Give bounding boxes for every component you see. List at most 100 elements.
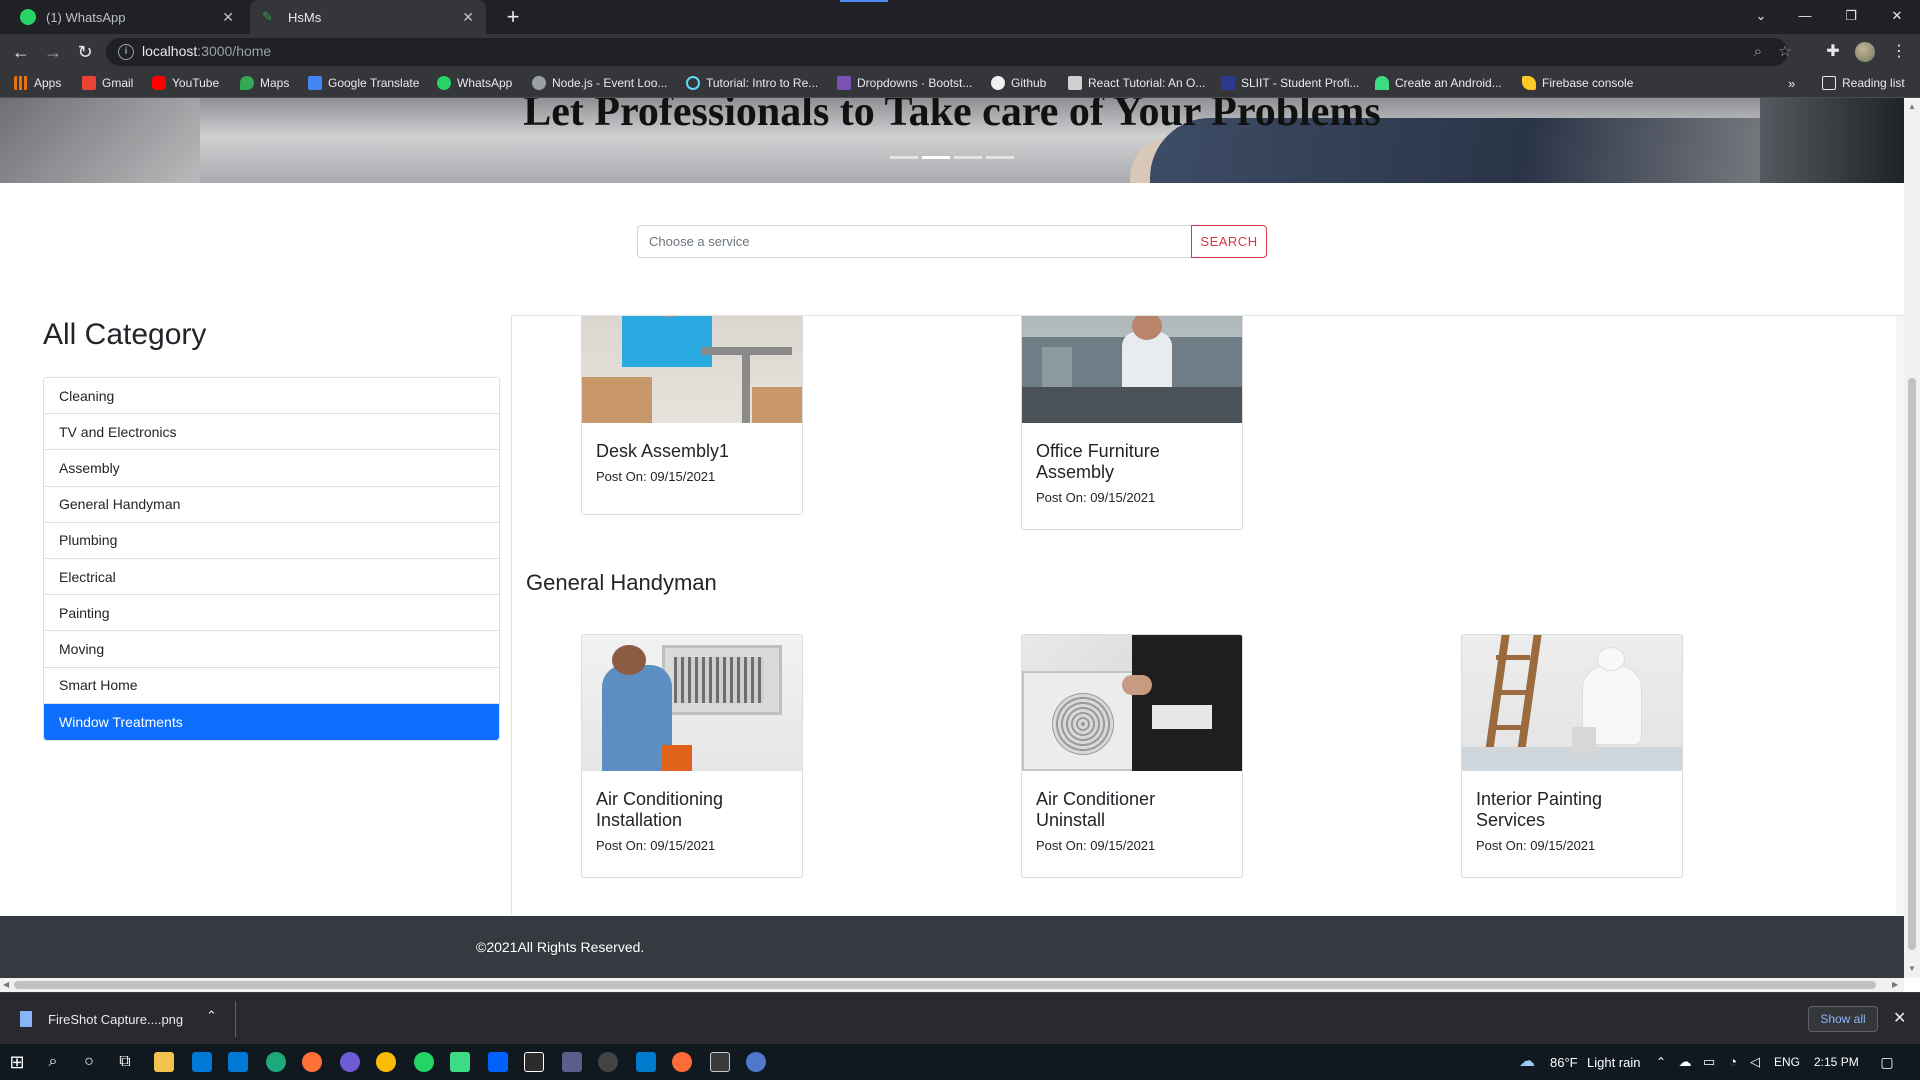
profile-avatar[interactable] xyxy=(1855,42,1875,62)
android-studio-icon[interactable] xyxy=(450,1052,470,1072)
profile-menu-icon[interactable]: ⌄ xyxy=(1738,0,1784,34)
clock-time[interactable]: 2:15 PM xyxy=(1814,1055,1859,1069)
bookmark-google-translate[interactable]: Google Translate xyxy=(308,76,419,90)
bookmark-star-icon[interactable]: ☆ xyxy=(1774,41,1796,63)
close-icon[interactable]: ✕ xyxy=(1893,1008,1906,1028)
category-item-painting[interactable]: Painting xyxy=(44,595,499,632)
language-indicator[interactable]: ENG xyxy=(1774,1055,1800,1069)
category-item-window-treatments[interactable]: Window Treatments xyxy=(44,703,499,740)
download-filename[interactable]: FireShot Capture....png xyxy=(48,1012,183,1027)
zoom-icon[interactable]: ⌕ xyxy=(1747,41,1769,63)
category-item-smart-home[interactable]: Smart Home xyxy=(44,668,499,704)
category-item-plumbing[interactable]: Plumbing xyxy=(44,523,499,559)
category-item-moving[interactable]: Moving xyxy=(44,631,499,668)
restore-icon[interactable]: ❐ xyxy=(1828,0,1874,34)
new-tab-icon[interactable]: + xyxy=(500,4,526,30)
wifi-icon[interactable]: ◔ xyxy=(1722,1051,1744,1073)
close-icon[interactable]: ✕ xyxy=(222,9,234,26)
scroll-up-icon[interactable]: ▲ xyxy=(1908,102,1916,111)
scroll-down-icon[interactable]: ▼ xyxy=(1908,964,1916,973)
chevron-up-icon[interactable]: ⌃ xyxy=(1650,1051,1672,1073)
category-item-tv-electronics[interactable]: TV and Electronics xyxy=(44,414,499,451)
service-card-interior-painting[interactable]: Interior Painting Services Post On: 09/1… xyxy=(1461,634,1683,878)
bookmark-nodejs[interactable]: Node.js - Event Loo... xyxy=(532,76,667,90)
forward-icon[interactable]: → xyxy=(40,39,66,65)
horizontal-scroll-thumb[interactable] xyxy=(14,981,1876,989)
window-close-icon[interactable]: ✕ xyxy=(1874,0,1920,34)
panel-scrollbar[interactable] xyxy=(1896,316,1904,915)
show-all-button[interactable]: Show all xyxy=(1808,1006,1878,1032)
service-card-office-furniture-assembly[interactable]: Office Furniture Assembly Post On: 09/15… xyxy=(1021,316,1243,530)
onedrive-icon[interactable]: ☁ xyxy=(1674,1051,1696,1073)
bookmark-youtube[interactable]: YouTube xyxy=(152,76,219,90)
dropbox-icon[interactable] xyxy=(488,1052,508,1072)
firefox-icon[interactable] xyxy=(302,1052,322,1072)
intellij-icon[interactable] xyxy=(524,1052,544,1072)
url-text[interactable]: localhost:3000/home xyxy=(142,43,271,59)
bookmark-sliit[interactable]: SLIIT - Student Profi... xyxy=(1221,76,1360,90)
bookmark-firebase[interactable]: Firebase console xyxy=(1522,76,1633,90)
category-item-general-handyman[interactable]: General Handyman xyxy=(44,487,499,523)
minimize-icon[interactable]: — xyxy=(1782,0,1828,34)
app-icon[interactable] xyxy=(192,1052,212,1072)
browser-icon[interactable] xyxy=(340,1052,360,1072)
back-icon[interactable]: ← xyxy=(8,39,34,65)
windows-start-icon[interactable]: ⊞ xyxy=(6,1051,28,1073)
site-info-icon[interactable]: i xyxy=(118,44,134,60)
bookmark-github[interactable]: Github xyxy=(991,76,1046,90)
carousel-dot[interactable] xyxy=(954,156,982,159)
cortana-icon[interactable]: ○ xyxy=(78,1051,100,1073)
close-icon[interactable]: ✕ xyxy=(462,9,474,26)
service-search-input[interactable] xyxy=(637,225,1191,258)
bookmark-whatsapp[interactable]: WhatsApp xyxy=(437,76,512,90)
bookmark-android[interactable]: Create an Android... xyxy=(1375,76,1502,90)
postman-icon[interactable] xyxy=(672,1052,692,1072)
extensions-icon[interactable]: ✚ xyxy=(1820,39,1846,65)
scroll-right-icon[interactable]: ▶ xyxy=(1892,980,1898,989)
service-card-desk-assembly[interactable]: Desk Assembly1 Post On: 09/15/2021 xyxy=(581,316,803,515)
vertical-scrollbar[interactable]: ▲ ▼ xyxy=(1904,98,1920,978)
vscode-icon[interactable] xyxy=(636,1052,656,1072)
category-item-electrical[interactable]: Electrical xyxy=(44,559,499,596)
terminal-icon[interactable] xyxy=(710,1052,730,1072)
weather-temperature[interactable]: 86°F xyxy=(1550,1055,1578,1070)
more-menu-icon[interactable]: ⋮ xyxy=(1886,39,1912,65)
app-icon[interactable] xyxy=(746,1052,766,1072)
bookmarks-overflow-icon[interactable]: » xyxy=(1788,76,1795,91)
bookmark-gmail[interactable]: Gmail xyxy=(82,76,133,90)
whatsapp-icon[interactable] xyxy=(414,1052,434,1072)
address-bar[interactable]: i localhost:3000/home ⌕ ☆ xyxy=(106,38,1792,66)
edge-icon[interactable] xyxy=(266,1052,286,1072)
scroll-left-icon[interactable]: ◀ xyxy=(3,980,9,989)
bookmark-react-an-o[interactable]: React Tutorial: An O... xyxy=(1068,76,1205,90)
tab-whatsapp[interactable]: (1) WhatsApp ✕ xyxy=(8,0,246,34)
github-desktop-icon[interactable] xyxy=(598,1052,618,1072)
app-icon[interactable] xyxy=(562,1052,582,1072)
horizontal-scrollbar[interactable]: ◀ ▶ xyxy=(0,978,1904,992)
battery-icon[interactable]: ▭ xyxy=(1698,1051,1720,1073)
file-explorer-icon[interactable] xyxy=(154,1052,174,1072)
task-view-icon[interactable]: ⧉ xyxy=(114,1051,136,1073)
tab-hsms[interactable]: ✎ HsMs ✕ xyxy=(250,0,486,34)
chrome-icon[interactable] xyxy=(376,1052,396,1072)
carousel-dot[interactable] xyxy=(922,156,950,159)
mail-icon[interactable] xyxy=(228,1052,248,1072)
reload-icon[interactable]: ↻ xyxy=(72,39,98,65)
category-item-cleaning[interactable]: Cleaning xyxy=(44,378,499,415)
bookmark-apps[interactable]: Apps xyxy=(14,76,61,90)
service-card-ac-uninstall[interactable]: Air Conditioner Uninstall Post On: 09/15… xyxy=(1021,634,1243,878)
bookmark-bootstrap[interactable]: Dropdowns · Bootst... xyxy=(837,76,972,90)
chevron-up-icon[interactable]: ⌃ xyxy=(206,1008,217,1024)
notifications-icon[interactable]: ▢ xyxy=(1876,1051,1898,1073)
vertical-scroll-thumb[interactable] xyxy=(1908,378,1916,950)
bookmark-react-tutorial[interactable]: Tutorial: Intro to Re... xyxy=(686,76,818,90)
weather-icon[interactable]: ☁ xyxy=(1516,1051,1538,1073)
weather-description[interactable]: Light rain xyxy=(1587,1055,1640,1070)
volume-icon[interactable]: ◁ xyxy=(1744,1051,1766,1073)
category-item-assembly[interactable]: Assembly xyxy=(44,450,499,487)
service-card-ac-installation[interactable]: Air Conditioning Installation Post On: 0… xyxy=(581,634,803,878)
carousel-dot[interactable] xyxy=(890,156,918,159)
carousel-dot[interactable] xyxy=(986,156,1014,159)
reading-list[interactable]: Reading list xyxy=(1822,76,1905,90)
search-icon[interactable]: ⌕ xyxy=(42,1051,64,1073)
